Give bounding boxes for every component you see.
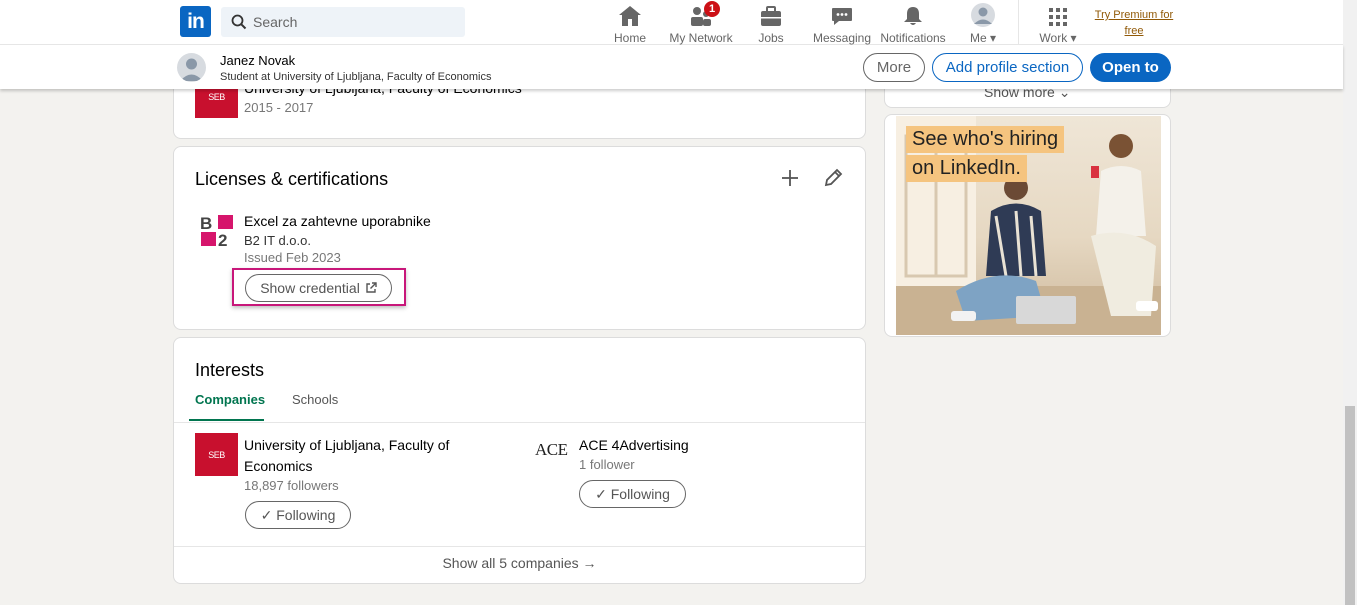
tab-active-indicator	[189, 419, 264, 421]
profile-name: Janez Novak	[220, 53, 296, 68]
divider	[174, 546, 865, 547]
edit-pencil-icon[interactable]	[821, 166, 845, 190]
try-premium-link[interactable]: Try Premium for free	[1094, 7, 1174, 39]
scrollbar-thumb[interactable]	[1345, 406, 1355, 605]
add-profile-section-button[interactable]: Add profile section	[932, 53, 1083, 82]
nav-network-label: My Network	[669, 31, 733, 45]
nav-home-label: Home	[613, 31, 646, 45]
company-name[interactable]: ACE 4Advertising	[579, 437, 689, 453]
open-to-button[interactable]: Open to	[1090, 53, 1171, 82]
nav-home[interactable]: Home	[608, 3, 652, 45]
ace-logo[interactable]: ACE	[535, 440, 568, 466]
external-link-icon	[366, 282, 377, 293]
following-button[interactable]: ✓ Following	[579, 480, 686, 508]
nav-my-network[interactable]: 1 My Network	[668, 1, 734, 45]
certification-issued-date: Issued Feb 2023	[244, 250, 341, 265]
nav-me[interactable]: Me ▾	[962, 3, 1004, 45]
company-followers: 18,897 followers	[244, 478, 339, 493]
company-followers: 1 follower	[579, 457, 635, 472]
linkedin-logo-icon[interactable]: in	[180, 6, 211, 37]
avatar-icon	[180, 58, 203, 81]
search-input[interactable]	[253, 7, 453, 37]
svg-text:2: 2	[218, 231, 227, 248]
licenses-title: Licenses & certifications	[195, 169, 389, 189]
show-all-label: Show all 5 companies	[442, 555, 579, 571]
avatar[interactable]	[177, 53, 206, 82]
show-credential-button[interactable]: Show credential	[245, 274, 392, 302]
briefcase-icon	[761, 6, 781, 26]
nav-work[interactable]: Work ▾	[1036, 3, 1080, 45]
checkmark-icon: ✓	[260, 506, 277, 523]
certification-issuer: B2 IT d.o.o.	[244, 233, 311, 248]
messaging-icon	[832, 8, 852, 25]
search-icon	[231, 14, 247, 30]
tab-companies[interactable]: Companies	[195, 392, 265, 407]
more-button[interactable]: More	[863, 53, 925, 82]
search-box[interactable]	[221, 7, 465, 37]
hiring-ad-image[interactable]: See who's hiring on LinkedIn.	[896, 116, 1161, 335]
company-name-line2[interactable]: Economics	[244, 458, 312, 474]
divider	[174, 422, 865, 423]
nav-messaging-label: Messaging	[812, 31, 872, 45]
home-icon	[619, 6, 641, 26]
company-name-line1[interactable]: University of Ljubljana, Faculty of	[244, 437, 449, 453]
chevron-down-icon: ▾	[989, 31, 997, 45]
profile-headline: Student at University of Ljubljana, Facu…	[220, 71, 492, 83]
show-credential-label: Show credential	[260, 280, 360, 296]
network-badge: 1	[704, 1, 720, 17]
show-all-companies-link[interactable]: Show all 5 companies →	[174, 555, 865, 571]
nav-notifications-label: Notifications	[880, 31, 946, 45]
grid-icon	[1049, 8, 1067, 26]
nav-work-label: Work	[1039, 31, 1068, 45]
bell-icon	[904, 7, 922, 25]
following-button[interactable]: ✓ Following	[245, 501, 351, 529]
nav-divider	[1018, 0, 1019, 45]
b2-logo-icon[interactable]: B 2	[200, 214, 234, 248]
avatar-icon	[971, 3, 995, 27]
interests-title: Interests	[195, 360, 265, 380]
add-icon[interactable]	[778, 166, 802, 190]
certification-name: Excel za zahtevne uporabnike	[244, 213, 431, 229]
sticky-profile-bar: Janez Novak Student at University of Lju…	[0, 45, 1343, 89]
svg-text:B: B	[200, 214, 212, 233]
company-logo[interactable]: SEB	[195, 433, 238, 476]
education-dates: 2015 - 2017	[244, 100, 314, 115]
nav-notifications[interactable]: Notifications	[880, 3, 946, 45]
chevron-down-icon: ▾	[1070, 31, 1077, 45]
nav-messaging[interactable]: Messaging	[812, 3, 872, 45]
top-navigation: in Home 1 My Network Jobs Messaging Noti…	[0, 0, 1343, 45]
checkmark-icon: ✓	[595, 485, 611, 502]
page-scrollbar[interactable]	[1343, 0, 1357, 605]
following-label: Following	[276, 507, 336, 523]
nav-me-label: Me	[969, 31, 987, 45]
nav-jobs[interactable]: Jobs	[750, 3, 792, 45]
nav-jobs-label: Jobs	[758, 31, 784, 45]
tab-schools[interactable]: Schools	[292, 392, 338, 407]
arrow-right-icon: →	[582, 555, 597, 571]
ad-headline-line2: on LinkedIn.	[906, 155, 1027, 182]
following-label: Following	[610, 486, 670, 502]
ad-headline-line1: See who's hiring	[906, 126, 1065, 153]
